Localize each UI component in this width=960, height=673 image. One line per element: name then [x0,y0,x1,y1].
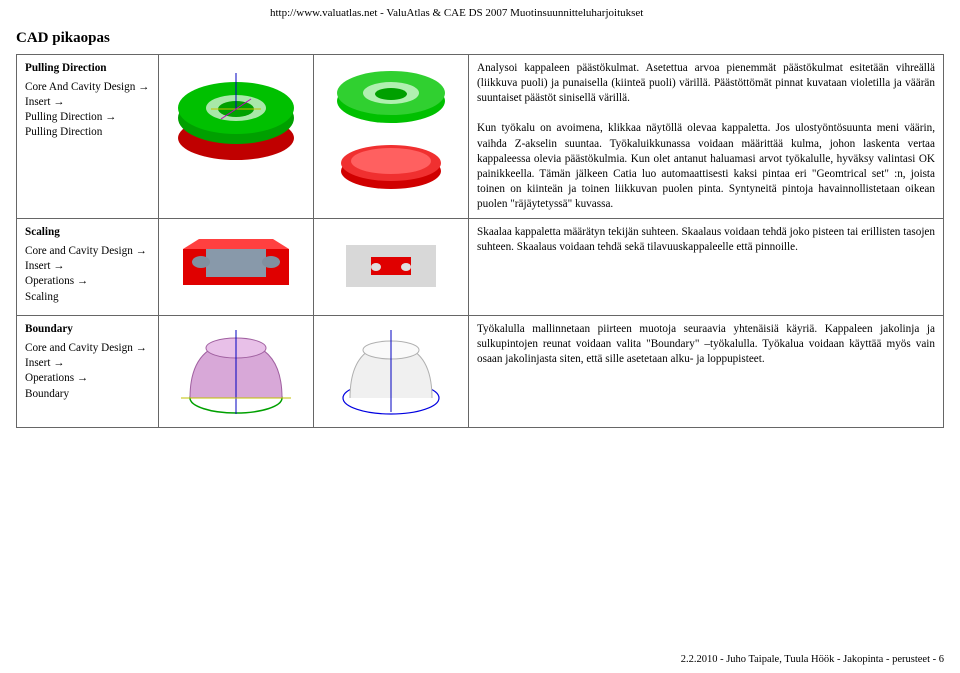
path-step: Boundary [25,388,69,400]
table-row: Boundary Core and Cavity Design Insert O… [17,316,944,428]
arrow-icon [105,111,116,123]
path-step: Pulling Direction [25,126,102,138]
row-title: Scaling [25,225,150,240]
row-description: Työkalulla mallinnetaan piirteen muotoja… [469,316,944,428]
draft-exploded-icon [326,63,456,203]
row-left: Pulling Direction Core And Cavity Design… [17,55,159,219]
page-title: CAD pikaopas [16,30,110,47]
path-step: Operations [25,372,74,384]
desc-p1: Analysoi kappaleen päästökulmat. Asetett… [477,62,935,104]
row-description: Skaalaa kappaletta määrätyn tekijän suht… [469,219,944,316]
arrow-icon [53,96,64,108]
arrow-icon [77,372,88,384]
arrow-icon [136,245,147,257]
arrow-icon [136,342,147,354]
boundary-solid-icon [171,324,301,419]
path-step: Operations [25,275,74,287]
arrow-icon [53,357,64,369]
page-footer: 2.2.2010 - Juho Taipale, Tuula Höök - Ja… [681,654,944,665]
path-step: Insert [25,357,50,369]
row-sub: Core And Cavity Design [25,81,135,93]
row-description: Analysoi kappaleen päästökulmat. Asetett… [469,55,944,219]
scaling-part-icon [171,227,301,307]
row-image-1 [159,55,314,219]
draft-torus-icon [171,63,301,173]
path-step: Insert [25,96,50,108]
header-url: http://www.valuatlas.net - ValuAtlas & C… [270,7,643,19]
arrow-icon [77,275,88,287]
row-image-2 [314,219,469,316]
document-table: Pulling Direction Core And Cavity Design… [16,54,944,428]
path-step: Scaling [25,291,59,303]
path-step: Insert [25,260,50,272]
row-image-2 [314,55,469,219]
desc-p2: Kun työkalu on avoimena, klikkaa näytöll… [477,122,935,210]
table-row: Scaling Core and Cavity Design Insert Op… [17,219,944,316]
arrow-icon [138,81,149,93]
desc-p1: Työkalulla mallinnetaan piirteen muotoja… [477,323,935,365]
row-sub: Core and Cavity Design [25,342,133,354]
arrow-icon [53,260,64,272]
scaling-surface-icon [326,227,456,307]
row-image-1 [159,316,314,428]
row-left: Boundary Core and Cavity Design Insert O… [17,316,159,428]
path-step: Pulling Direction [25,111,102,123]
desc-p1: Skaalaa kappaletta määrätyn tekijän suht… [477,226,935,253]
row-title: Boundary [25,322,150,337]
row-image-2 [314,316,469,428]
row-sub: Core and Cavity Design [25,245,133,257]
table-row: Pulling Direction Core And Cavity Design… [17,55,944,219]
boundary-wire-icon [326,324,456,419]
row-image-1 [159,219,314,316]
row-title: Pulling Direction [25,61,150,76]
row-left: Scaling Core and Cavity Design Insert Op… [17,219,159,316]
